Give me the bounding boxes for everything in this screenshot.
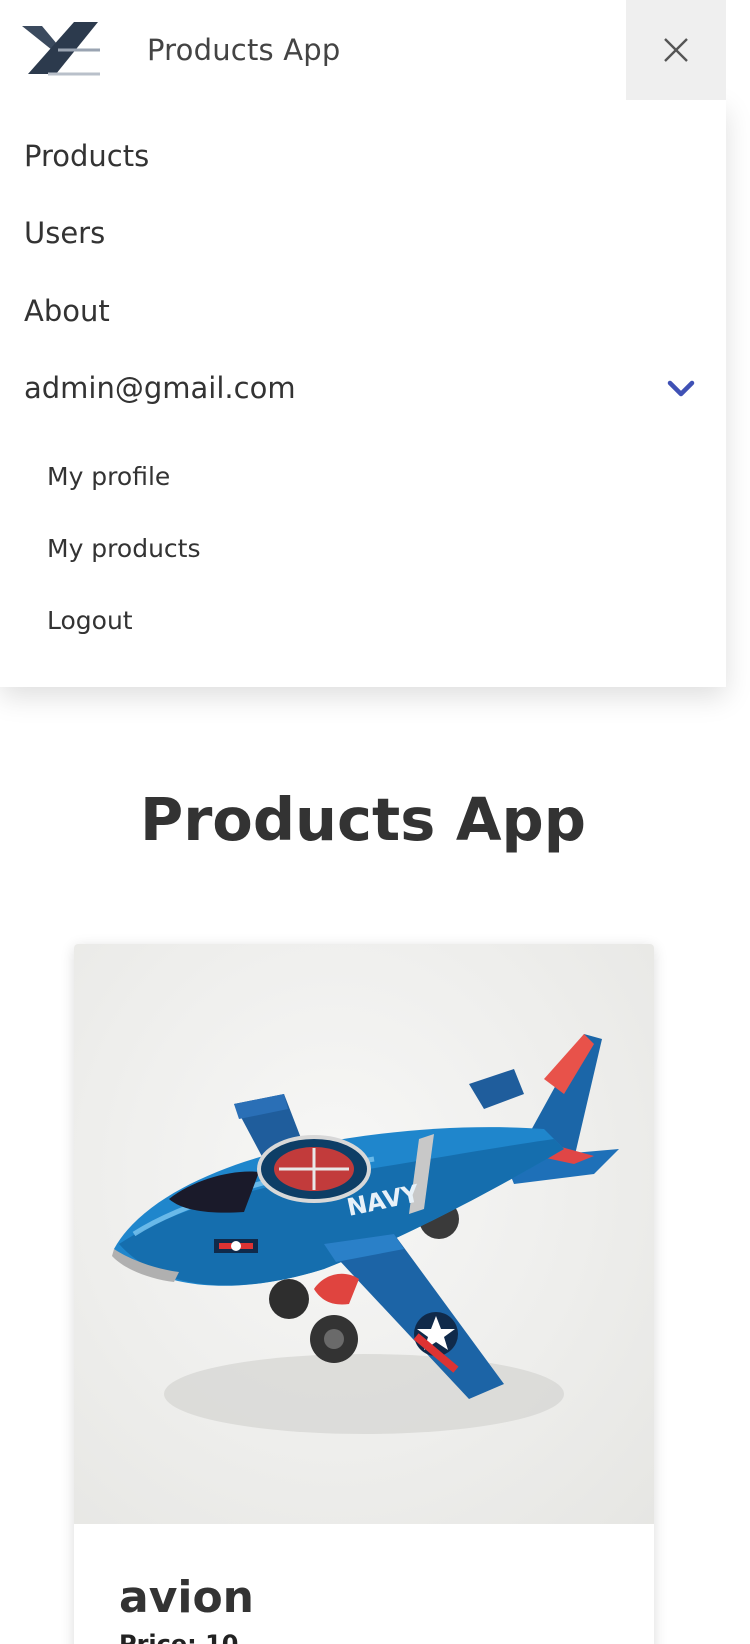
- submenu-item-my-profile[interactable]: My profile: [47, 459, 170, 495]
- submenu-item-logout[interactable]: Logout: [47, 603, 133, 639]
- app-title[interactable]: Products App: [147, 30, 341, 70]
- y-logo-icon[interactable]: [22, 20, 102, 80]
- account-menu-toggle[interactable]: admin@gmail.com: [24, 368, 700, 408]
- submenu-item-my-products[interactable]: My products: [47, 531, 201, 567]
- menu-item-users[interactable]: Users: [24, 213, 105, 253]
- chevron-down-icon[interactable]: [666, 378, 696, 400]
- toy-airplane-illustration: NAVY: [112, 1034, 619, 1434]
- close-menu-button[interactable]: [626, 0, 726, 100]
- menu-item-products[interactable]: Products: [24, 136, 149, 176]
- page-title: Products App: [139, 785, 587, 854]
- close-icon: [664, 38, 688, 62]
- nav-menu: Products Users About admin@gmail.com My …: [0, 100, 726, 687]
- page: Products App Products Users About admin@…: [0, 0, 750, 1644]
- top-bar: Products App: [0, 0, 726, 100]
- menu-item-about[interactable]: About: [24, 291, 110, 331]
- product-name[interactable]: avion: [119, 1570, 254, 1626]
- product-image[interactable]: NAVY: [74, 944, 654, 1524]
- product-price: Price: 10: [119, 1630, 239, 1644]
- product-card[interactable]: NAVY avion Price: 10: [74, 944, 654, 1644]
